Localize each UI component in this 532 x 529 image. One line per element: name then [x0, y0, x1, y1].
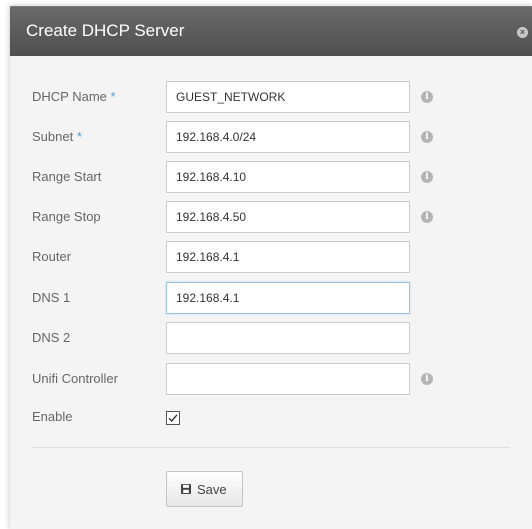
save-button[interactable]: Save [166, 471, 243, 507]
enable-row: Enable [10, 406, 532, 440]
dns1-row: DNS 1 [10, 282, 532, 316]
dhcp-name-label: DHCP Name * [32, 89, 116, 104]
subnet-input[interactable] [166, 121, 410, 153]
dialog-title: Create DHCP Server [26, 21, 185, 40]
required-mark: * [76, 129, 82, 144]
checkmark-icon [168, 414, 178, 423]
info-icon[interactable]: i [421, 211, 433, 223]
info-icon[interactable]: i [421, 171, 433, 183]
range-stop-input[interactable] [166, 201, 410, 233]
info-icon[interactable]: i [421, 373, 433, 385]
range-start-row: Range Start i [10, 161, 532, 195]
subnet-row: Subnet * i [10, 121, 532, 155]
info-icon[interactable]: i [421, 131, 433, 143]
unifi-controller-row: Unifi Controller i [10, 363, 532, 397]
dns2-input[interactable] [166, 322, 410, 354]
range-stop-label: Range Stop [32, 209, 101, 224]
dns1-input[interactable] [166, 282, 410, 314]
dialog-titlebar: Create DHCP Server × [10, 6, 532, 56]
close-icon[interactable]: × [517, 27, 528, 38]
dns1-label: DNS 1 [32, 290, 71, 305]
dns2-label: DNS 2 [32, 330, 71, 345]
range-start-input[interactable] [166, 161, 410, 193]
divider [32, 447, 510, 448]
floppy-disk-icon [181, 484, 191, 494]
dhcp-name-row: DHCP Name * i [10, 81, 532, 115]
router-input[interactable] [166, 241, 410, 273]
required-mark: * [110, 89, 116, 104]
router-label: Router [32, 249, 72, 264]
unifi-controller-label: Unifi Controller [32, 371, 118, 386]
enable-checkbox[interactable] [166, 411, 180, 425]
save-label: Save [197, 482, 227, 497]
subnet-label: Subnet * [32, 129, 82, 144]
create-dhcp-server-dialog: Create DHCP Server × DHCP Name * i Subne… [10, 6, 532, 529]
unifi-controller-input[interactable] [166, 363, 410, 395]
info-icon[interactable]: i [421, 91, 433, 103]
range-stop-row: Range Stop i [10, 201, 532, 235]
dns2-row: DNS 2 [10, 322, 532, 356]
dhcp-name-input[interactable] [166, 81, 410, 113]
router-row: Router [10, 241, 532, 275]
range-start-label: Range Start [32, 169, 102, 184]
enable-label: Enable [32, 409, 73, 424]
